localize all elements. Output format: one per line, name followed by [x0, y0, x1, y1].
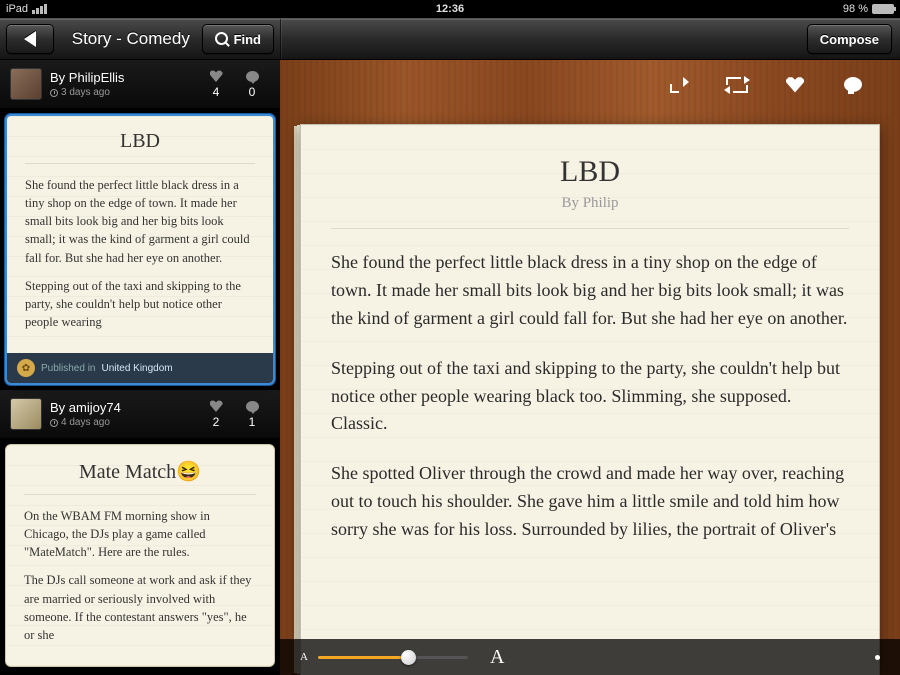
status-bar: iPad 12:36 98 %	[0, 0, 900, 18]
story-card[interactable]: LBD She found the perfect little black d…	[5, 114, 275, 385]
post-age: 3 days ago	[61, 87, 110, 98]
author-name: amijoy74	[69, 400, 121, 415]
signal-icon	[32, 4, 47, 14]
slider-thumb-icon[interactable]	[401, 650, 416, 665]
find-label: Find	[234, 32, 261, 47]
story-paper[interactable]: LBD By Philip She found the perfect litt…	[300, 124, 880, 675]
compose-label: Compose	[820, 32, 879, 47]
paper-title: LBD	[301, 125, 879, 189]
published-location: United Kingdom	[101, 363, 172, 374]
story-title: LBD	[7, 116, 273, 157]
back-arrow-icon	[24, 31, 36, 47]
battery-pct: 98 %	[843, 3, 868, 15]
comment-stat[interactable]: 0	[234, 69, 270, 99]
heart-icon	[210, 400, 223, 412]
page-indicator-dot	[875, 655, 880, 660]
heart-stat[interactable]: 2	[198, 399, 234, 429]
comment-icon	[246, 401, 259, 412]
clock-icon	[50, 419, 58, 427]
compose-button[interactable]: Compose	[807, 24, 892, 54]
list-item-header[interactable]: By PhilipEllis 3 days ago 4 0	[0, 60, 280, 109]
story-excerpt: She found the perfect little black dress…	[7, 170, 273, 353]
post-age: 4 days ago	[61, 417, 110, 428]
comment-stat[interactable]: 1	[234, 399, 270, 429]
search-icon	[215, 32, 229, 46]
heart-stat[interactable]: 4	[198, 69, 234, 99]
heart-icon	[210, 70, 223, 82]
paw-badge-icon: ✿	[17, 359, 35, 377]
comment-icon	[246, 71, 259, 82]
repost-icon	[726, 77, 748, 93]
avatar	[10, 398, 42, 430]
battery-icon	[872, 4, 894, 14]
font-small-label: A	[300, 651, 308, 663]
device-label: iPad	[6, 3, 28, 15]
story-list[interactable]: By PhilipEllis 3 days ago 4 0 LBD She fo…	[0, 60, 280, 675]
paper-byline: By Philip	[301, 195, 879, 212]
back-button[interactable]	[6, 24, 54, 54]
list-item-header[interactable]: By amijoy74 4 days ago 2 1	[0, 390, 280, 439]
font-size-slider[interactable]	[318, 653, 468, 661]
clock: 12:36	[436, 3, 464, 15]
font-size-bar: A A	[280, 639, 900, 675]
find-button[interactable]: Find	[202, 24, 274, 54]
paper-body: She found the perfect little black dress…	[301, 229, 879, 586]
nav-bar: Story - Comedy Find Compose	[0, 18, 900, 60]
clock-icon	[50, 89, 58, 97]
story-card[interactable]: Mate Match😆 On the WBAM FM morning show …	[5, 444, 275, 667]
author-name: PhilipEllis	[69, 70, 125, 85]
page-title: Story - Comedy	[60, 29, 202, 49]
avatar	[10, 68, 42, 100]
share-icon	[670, 77, 688, 93]
story-title: Mate Match😆	[6, 445, 274, 488]
story-detail: PhilipEllis Type: Comedy, Story Share Re…	[280, 60, 900, 675]
comment-icon	[844, 77, 862, 92]
font-large-label: A	[490, 646, 504, 669]
card-footer: ✿ Published in United Kingdom	[7, 353, 273, 383]
story-excerpt: On the WBAM FM morning show in Chicago, …	[6, 501, 274, 666]
